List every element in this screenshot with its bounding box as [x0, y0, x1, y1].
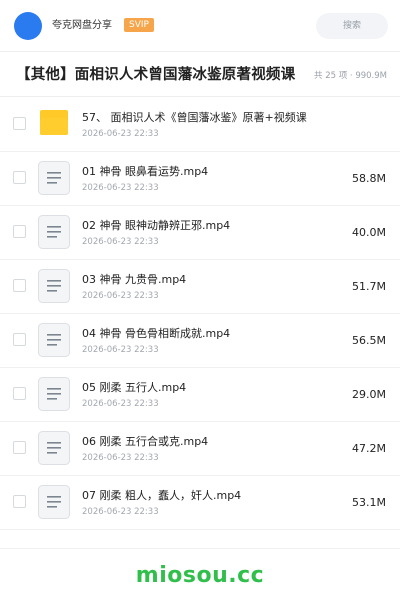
avatar[interactable] [14, 12, 42, 40]
file-name[interactable]: 06 刚柔 五行合或克.mp4 [82, 435, 208, 449]
header-bar: 夸克网盘分享 SVIP 搜索 [0, 0, 400, 52]
file-icon [38, 161, 70, 195]
select-checkbox[interactable] [13, 387, 26, 400]
svip-badge: SVIP [124, 18, 154, 32]
file-size: 47.2M [352, 442, 386, 455]
file-icon [38, 377, 70, 411]
file-row[interactable]: 01 神骨 眼鼻看运势.mp4 2026-06-23 22:33 58.8M [0, 152, 400, 206]
file-name[interactable]: 07 刚柔 粗人，蠢人，奸人.mp4 [82, 489, 241, 503]
file-date: 2026-06-23 22:33 [82, 183, 159, 193]
file-list: 57、 面相识人术《曾国藩冰鉴》原著+视频课 2026-06-23 22:33 01… [0, 98, 400, 530]
file-row[interactable]: 04 神骨 骨色骨相断成就.mp4 2026-06-23 22:33 56.5M [0, 314, 400, 368]
file-icon [38, 215, 70, 249]
file-icon [38, 485, 70, 519]
select-checkbox[interactable] [13, 333, 26, 346]
file-icon [38, 323, 70, 357]
select-checkbox[interactable] [13, 171, 26, 184]
select-checkbox[interactable] [13, 279, 26, 292]
file-row[interactable]: 03 神骨 九贵骨.mp4 2026-06-23 22:33 51.7M [0, 260, 400, 314]
item-count: 共 25 项 · 990.9M [314, 71, 387, 81]
file-row[interactable]: 57、 面相识人术《曾国藩冰鉴》原著+视频课 2026-06-23 22:33 [0, 98, 400, 152]
file-date: 2026-06-23 22:33 [82, 237, 159, 247]
select-checkbox[interactable] [13, 441, 26, 454]
file-date: 2026-06-23 22:33 [82, 399, 159, 409]
file-size: 56.5M [352, 334, 386, 347]
file-name[interactable]: 01 神骨 眼鼻看运势.mp4 [82, 165, 208, 179]
file-size: 29.0M [352, 388, 386, 401]
file-size: 53.1M [352, 496, 386, 509]
username[interactable]: 夸克网盘分享 [52, 19, 112, 33]
file-row[interactable]: 07 刚柔 粗人，蠢人，奸人.mp4 2026-06-23 22:33 53.1M [0, 476, 400, 530]
folder-icon [38, 107, 70, 141]
file-row[interactable]: 02 神骨 眼神动静辨正邪.mp4 2026-06-23 22:33 40.0M [0, 206, 400, 260]
file-date: 2026-06-23 22:33 [82, 507, 159, 517]
file-date: 2026-06-23 22:33 [82, 453, 159, 463]
file-date: 2026-06-23 22:33 [82, 129, 159, 139]
search-input[interactable]: 搜索 [316, 13, 388, 39]
file-icon [38, 431, 70, 465]
file-row[interactable]: 06 刚柔 五行合或克.mp4 2026-06-23 22:33 47.2M [0, 422, 400, 476]
file-row[interactable]: 05 刚柔 五行人.mp4 2026-06-23 22:33 29.0M [0, 368, 400, 422]
file-size: 40.0M [352, 226, 386, 239]
footer: miosou.cc [0, 548, 400, 600]
file-size: 58.8M [352, 172, 386, 185]
share-title-row: 【其他】面相识人术曾国藩冰鉴原著视频课 共 25 项 · 990.9M [0, 53, 400, 97]
file-date: 2026-06-23 22:33 [82, 291, 159, 301]
brand-watermark: miosou.cc [135, 563, 265, 588]
file-date: 2026-06-23 22:33 [82, 345, 159, 355]
file-name[interactable]: 03 神骨 九贵骨.mp4 [82, 273, 186, 287]
file-name[interactable]: 04 神骨 骨色骨相断成就.mp4 [82, 327, 230, 341]
page-title: 【其他】面相识人术曾国藩冰鉴原著视频课 [16, 67, 296, 83]
file-name[interactable]: 02 神骨 眼神动静辨正邪.mp4 [82, 219, 230, 233]
file-name[interactable]: 05 刚柔 五行人.mp4 [82, 381, 186, 395]
file-name[interactable]: 57、 面相识人术《曾国藩冰鉴》原著+视频课 [82, 111, 307, 125]
select-checkbox[interactable] [13, 117, 26, 130]
select-checkbox[interactable] [13, 495, 26, 508]
file-icon [38, 269, 70, 303]
file-size: 51.7M [352, 280, 386, 293]
select-checkbox[interactable] [13, 225, 26, 238]
